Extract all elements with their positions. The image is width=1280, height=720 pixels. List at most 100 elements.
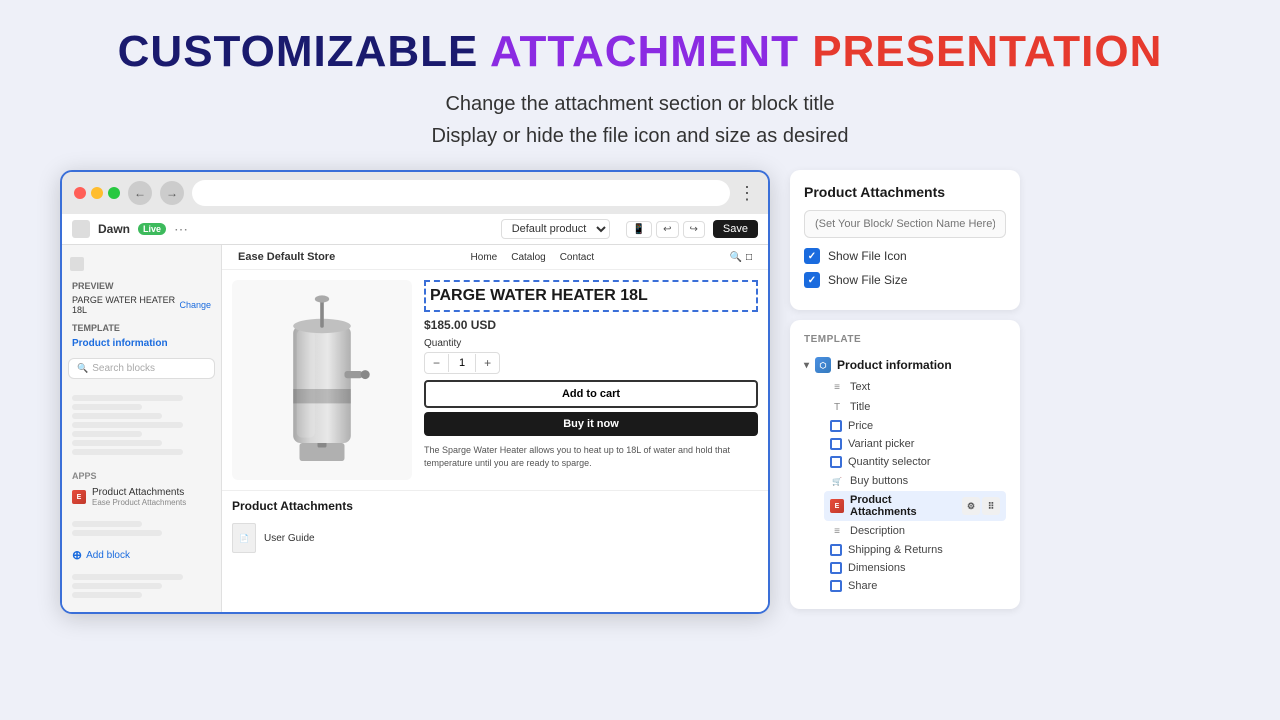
share-block-icon [830,580,842,592]
minimize-button-light[interactable] [91,187,103,199]
tree-child-description[interactable]: ≡ Description [824,521,1006,541]
mobile-view-button[interactable]: 📱 [626,221,652,238]
undo-button[interactable]: ↩ [656,221,678,238]
editor-more-button[interactable]: ⋯ [174,221,188,238]
apps-label: APPS [62,465,221,483]
save-button[interactable]: Save [713,220,758,238]
tree-child-dimensions[interactable]: Dimensions [824,559,1006,577]
preview-label: PREVIEW [62,275,221,293]
block-list [62,385,221,465]
qty-value: 1 [448,354,476,372]
change-link[interactable]: Change [179,300,211,310]
attachment-file-icon: 📄 [232,523,256,553]
show-size-row: ✓ Show File Size [804,272,1006,288]
tree-child-attachments-label: Product Attachments [850,494,956,518]
template-section-label: TEMPLATE [62,317,221,335]
placeholder-line [72,422,183,428]
product-title: PARGE WATER HEATER 18L [424,280,758,311]
checkbox-check-icon: ✓ [808,251,816,262]
product-info-label: Product information [72,338,168,349]
section-name-input[interactable] [804,210,1006,238]
search-nav-icon[interactable]: 🔍 [729,252,741,263]
tree-child-shipping-label: Shipping & Returns [848,544,943,556]
app-icon: E [72,490,86,504]
nav-links: Home Catalog Contact [471,252,595,263]
app-info: Product Attachments Ease Product Attachm… [92,487,186,507]
tree-child-text[interactable]: ≡ Text [824,377,1006,397]
add-block-button[interactable]: ⊕ Add block [72,548,211,562]
product-selector[interactable]: Default product [501,219,610,239]
qty-plus-button[interactable]: + [476,353,499,373]
tree-child-share-label: Share [848,580,877,592]
product-description: The Sparge Water Heater allows you to he… [424,444,758,471]
show-icon-label: Show File Icon [828,249,907,263]
store-sidebar: PREVIEW PARGE WATER HEATER 18L Change TE… [62,245,222,612]
template-tree: ▾ ⬡ Product information ≡ Text T Title [804,353,1006,595]
nav-link-home[interactable]: Home [471,252,498,263]
attachments-section: Product Attachments 📄 User Guide [222,490,768,565]
forward-button[interactable]: → [160,181,184,205]
back-button[interactable]: ← [128,181,152,205]
nav-link-catalog[interactable]: Catalog [511,252,545,263]
close-button-light[interactable] [74,187,86,199]
placeholder-line [72,449,183,455]
tree-child-variant[interactable]: Variant picker [824,435,1006,453]
settings-panel-title: Product Attachments [804,184,1006,200]
search-blocks-area[interactable]: 🔍 Search blocks [68,358,215,379]
theme-name: Dawn [98,222,130,236]
hero-text-block: CUSTOMIZABLE ATTACHMENT PRESENTATION Cha… [0,0,1280,170]
tree-child-product-attachments[interactable]: E Product Attachments ⚙ ⠿ [824,491,1006,521]
tree-child-quantity[interactable]: Quantity selector [824,453,1006,471]
variant-block-icon [830,438,842,450]
address-bar[interactable] [192,180,730,206]
product-info: PARGE WATER HEATER 18L $185.00 USD Quant… [424,280,758,480]
placeholder-group-2 [62,515,221,542]
editor-actions: 📱 ↩ ↪ [626,221,705,238]
app-item-attachments[interactable]: E Product Attachments Ease Product Attac… [62,483,221,511]
tree-child-price[interactable]: Price [824,417,1006,435]
placeholder-group-1 [62,389,221,461]
settings-icon-btn[interactable]: ⚙ [962,497,980,515]
attachments-block-icon: E [830,499,844,513]
placeholder-line [72,574,183,580]
hero-section: CUSTOMIZABLE ATTACHMENT PRESENTATION Cha… [0,0,1280,170]
placeholder-line [72,431,142,437]
tree-parent-item[interactable]: ▾ ⬡ Product information [804,353,1006,377]
title-word-1: CUSTOMIZABLE [118,27,479,76]
tree-child-buy-buttons[interactable]: 🛒 Buy buttons [824,471,1006,491]
tree-parent-icon: ⬡ [815,357,831,373]
sidebar-layout-icon [70,257,84,271]
nav-link-contact[interactable]: Contact [560,252,594,263]
placeholder-line [72,413,162,419]
cart-nav-icon[interactable]: □ [746,252,752,263]
redo-button[interactable]: ↪ [683,221,705,238]
tree-child-shipping[interactable]: Shipping & Returns [824,541,1006,559]
template-panel-label: TEMPLATE [804,334,1006,345]
show-icon-checkbox[interactable]: ✓ [804,248,820,264]
placeholder-line [72,530,162,536]
tree-children: ≡ Text T Title Price [804,377,1006,595]
add-to-cart-button[interactable]: Add to cart [424,380,758,408]
hero-subtitle: Change the attachment section or block t… [20,88,1260,152]
placeholder-line [72,521,142,527]
sidebar-item-product-info[interactable]: Product information [62,335,221,352]
title-word-3: PRESENTATION [812,27,1162,76]
product-area: PARGE WATER HEATER 18L $185.00 USD Quant… [222,270,768,490]
maximize-button-light[interactable] [108,187,120,199]
qty-minus-button[interactable]: − [425,353,448,373]
store-area: PREVIEW PARGE WATER HEATER 18L Change TE… [62,245,768,612]
show-icon-row: ✓ Show File Icon [804,248,1006,264]
tree-child-dimensions-label: Dimensions [848,562,905,574]
tree-child-title-label: Title [850,401,870,413]
buy-now-button[interactable]: Buy it now [424,412,758,436]
tree-child-share[interactable]: Share [824,577,1006,595]
more-options-button[interactable]: ⋮ [738,183,756,204]
add-block-label: Add block [86,550,130,561]
tree-child-description-label: Description [850,525,905,537]
drag-icon-btn[interactable]: ⠿ [982,497,1000,515]
right-panel: Product Attachments ✓ Show File Icon ✓ S… [790,170,1020,609]
tree-child-title[interactable]: T Title [824,397,1006,417]
show-size-checkbox[interactable]: ✓ [804,272,820,288]
hero-title: CUSTOMIZABLE ATTACHMENT PRESENTATION [20,28,1260,76]
app-sub-label: Ease Product Attachments [92,498,186,507]
